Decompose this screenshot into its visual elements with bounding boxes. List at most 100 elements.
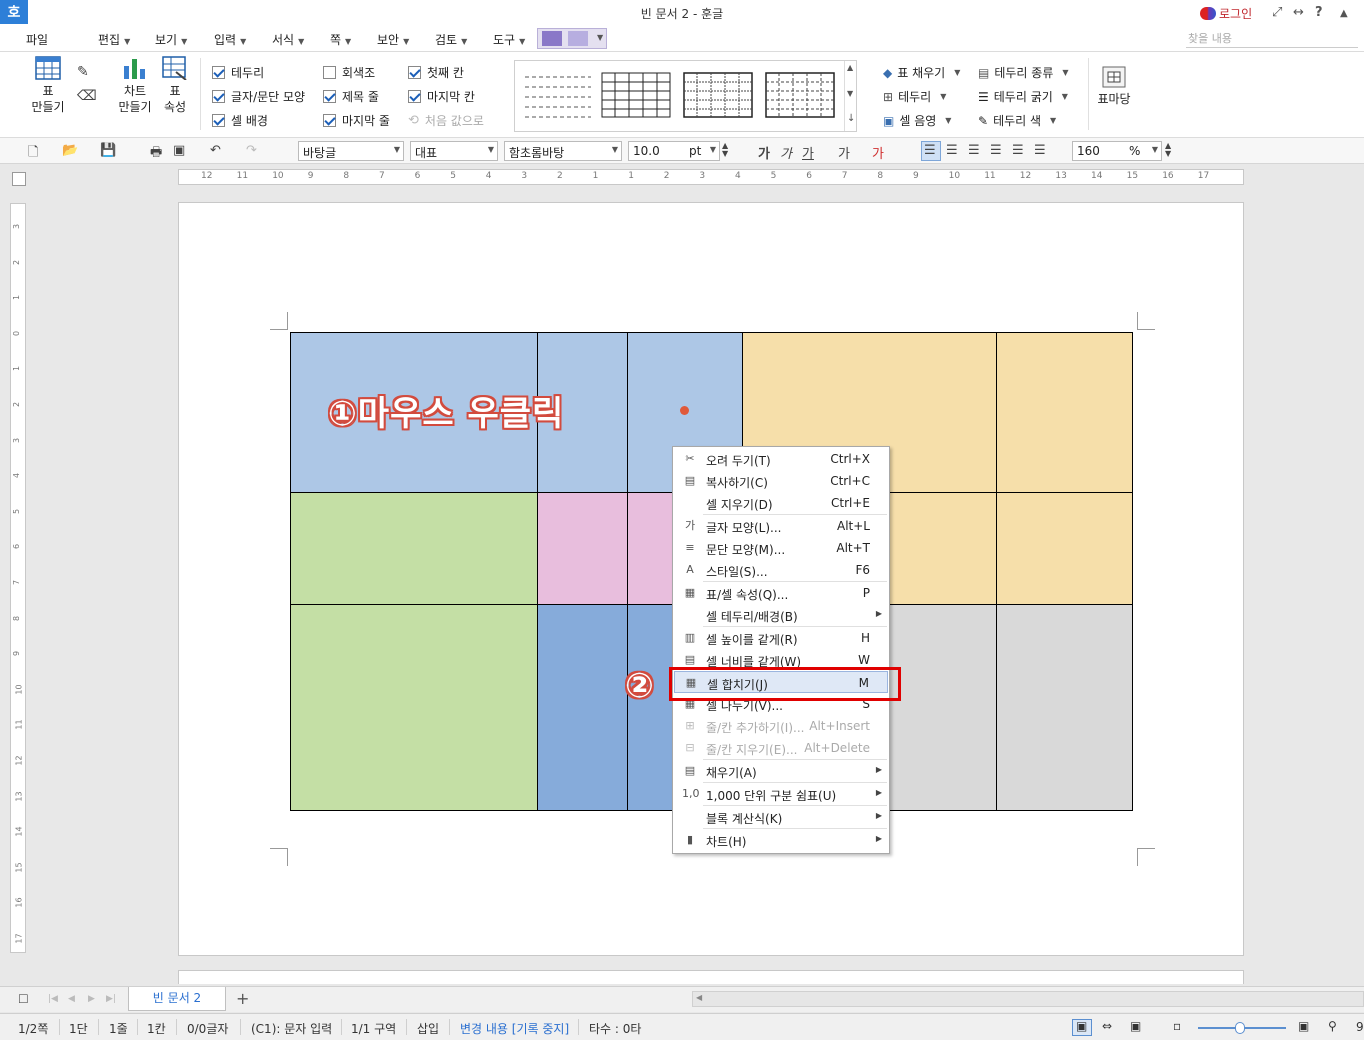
cell-shade-button[interactable]: ▣ 셀 음영 ▼ xyxy=(883,112,951,129)
table-style-double[interactable] xyxy=(683,71,753,119)
table-make-button[interactable]: 표 만들기 xyxy=(24,56,72,115)
new-doc-icon[interactable]: 🗋 xyxy=(28,143,38,165)
fit-view-icon[interactable]: ▣ xyxy=(1130,1019,1141,1033)
check-first-col[interactable]: 첫째 칸 xyxy=(408,64,464,81)
menu-page[interactable]: 쪽 ▼ xyxy=(330,31,351,48)
preview-icon[interactable]: ▣ xyxy=(173,143,185,158)
redo-icon[interactable]: ↷ xyxy=(246,143,257,158)
context-menu-item[interactable]: A 스타일(S)... F6 xyxy=(674,559,888,581)
context-menu-item[interactable]: ▮ 차트(H) ▶ xyxy=(674,829,888,851)
tab-list-icon[interactable]: ☐ xyxy=(18,992,29,1006)
font-size-input[interactable]: 10.0 pt ▼ xyxy=(628,141,720,161)
check-border[interactable]: 테두리 xyxy=(212,64,264,81)
gallery-expand-icon[interactable]: ↓ xyxy=(847,113,855,124)
border-button[interactable]: ⊞ 테두리 ▼ xyxy=(883,88,946,105)
menu-security[interactable]: 보안 ▼ xyxy=(377,31,409,48)
zoom-input[interactable]: 160% ▼ xyxy=(1072,141,1162,161)
add-tab-button[interactable]: + xyxy=(236,989,249,1008)
table-cell[interactable] xyxy=(289,491,538,605)
align-left-icon[interactable]: ☰ xyxy=(946,143,958,158)
table-props-button[interactable]: 표 속성 xyxy=(160,56,190,115)
prev-tab-icon[interactable]: ◀ xyxy=(68,994,75,1004)
table-layout-tab[interactable] xyxy=(568,31,588,46)
vertical-ruler[interactable]: 3 2 1 0 1 2 3 4 5 6 7 8 9 10 11 12 13 14 15 16 17 xyxy=(10,203,26,953)
context-menu-item[interactable]: 셀 테두리/배경(B) ▶ xyxy=(674,604,888,626)
gallery-scrollbar[interactable]: ▲ ▼ ↓ xyxy=(844,61,857,131)
context-menu-item[interactable]: 블록 계산식(K) ▶ xyxy=(674,806,888,828)
menu-insert[interactable]: 입력 ▼ xyxy=(214,31,246,48)
check-char-para[interactable]: 글자/문단 모양 xyxy=(212,88,305,105)
menu-file[interactable]: 파일 xyxy=(26,31,48,48)
fullscreen-icon[interactable]: ⤢ xyxy=(1272,5,1282,20)
char-spacing-icon[interactable]: 가 xyxy=(838,143,850,162)
help-icon[interactable]: ? xyxy=(1315,5,1323,20)
table-design-tab[interactable] xyxy=(542,31,562,46)
search-input[interactable]: 찾을 내용 xyxy=(1186,30,1358,48)
zoom-slider-handle[interactable] xyxy=(1235,1022,1245,1034)
table-cell[interactable] xyxy=(536,603,628,811)
context-menu-item[interactable]: ⊞ 줄/칸 추가하기(I)... Alt+Insert xyxy=(674,715,888,737)
check-grayscale[interactable]: 회색조 xyxy=(323,64,375,81)
minimize-ribbon-icon[interactable]: ▲ xyxy=(1340,8,1348,19)
scroll-down-icon[interactable]: ▼ xyxy=(847,89,853,98)
tab-document[interactable]: 빈 문서 2 xyxy=(128,987,226,1011)
table-style-dashed[interactable] xyxy=(765,71,835,119)
check-title-row[interactable]: 제목 줄 xyxy=(323,88,379,105)
context-menu-item[interactable]: 가 글자 모양(L)... Alt+L xyxy=(674,515,888,537)
menu-review[interactable]: 검토 ▼ xyxy=(435,31,467,48)
zoom-stepper-icon[interactable]: ▲ ▼ xyxy=(1165,142,1171,158)
align-right-icon[interactable]: ☰ xyxy=(990,143,1002,158)
border-color-button[interactable]: ✎ 테두리 색 ▼ xyxy=(978,112,1056,129)
font-select[interactable]: 함초롬바탕 ▼ xyxy=(504,141,622,161)
menu-view[interactable]: 보기 ▼ xyxy=(155,31,187,48)
context-menu-item[interactable]: ▤ 채우기(A) ▶ xyxy=(674,760,888,782)
table-fill-button[interactable]: ◆ 표 채우기 ▼ xyxy=(883,64,960,81)
draw-table-icon[interactable]: ✎ xyxy=(77,64,89,80)
underline-icon[interactable]: 가 xyxy=(802,143,814,162)
context-menu-item[interactable]: 셀 지우기(D) Ctrl+E xyxy=(674,492,888,514)
horizontal-ruler[interactable]: 12 11 10 9 8 7 6 5 4 3 2 1 1 2 3 4 5 6 7 8 9 10 11 12 13 14 15 16 17 xyxy=(178,169,1244,185)
table-cell[interactable] xyxy=(995,491,1133,605)
align-divide-icon[interactable]: ☰ xyxy=(1034,143,1046,158)
undo-icon[interactable]: ↶ xyxy=(210,143,221,158)
resize-icon[interactable]: ↔ xyxy=(1293,5,1304,20)
table-cell[interactable] xyxy=(995,331,1133,493)
status-insert-mode[interactable]: 삽입 xyxy=(417,1020,439,1037)
first-tab-icon[interactable]: |◀ xyxy=(48,994,58,1004)
last-tab-icon[interactable]: ▶| xyxy=(106,994,116,1004)
bold-icon[interactable]: 가 xyxy=(758,143,770,162)
table-style-plain[interactable] xyxy=(523,71,593,119)
context-menu-item[interactable]: ≡ 문단 모양(M)... Alt+T xyxy=(674,537,888,559)
align-center-icon[interactable]: ☰ xyxy=(968,143,980,158)
status-page[interactable]: 1/2쪽 xyxy=(18,1020,48,1037)
status-track-changes[interactable]: 변경 내용 [기록 중지] xyxy=(460,1020,569,1037)
check-last-col[interactable]: 마지막 칸 xyxy=(408,88,475,105)
context-menu-item[interactable]: 1,0 1,000 단위 구분 쉼표(U) ▶ xyxy=(674,783,888,805)
context-menu-item[interactable]: ⊟ 줄/칸 지우기(E)... Alt+Delete xyxy=(674,737,888,759)
table-cell[interactable] xyxy=(289,603,538,811)
scroll-left-icon[interactable]: ◀ xyxy=(696,993,702,1002)
context-menu-item[interactable]: ▥ 셀 높이를 같게(R) H xyxy=(674,627,888,649)
menu-tools[interactable]: 도구 ▼ xyxy=(493,31,525,48)
context-menu-item[interactable]: ▦ 표/셀 속성(Q)... P xyxy=(674,582,888,604)
context-menu-item[interactable]: ▤ 복사하기(C) Ctrl+C xyxy=(674,470,888,492)
border-weight-button[interactable]: ☰ 테두리 굵기 ▼ xyxy=(978,88,1068,105)
horizontal-scrollbar[interactable]: ◀ xyxy=(692,991,1364,1007)
align-distribute-icon[interactable]: ☰ xyxy=(1012,143,1024,158)
italic-icon[interactable]: 가 xyxy=(780,143,792,162)
print-icon[interactable]: 🖶 xyxy=(150,143,162,165)
login-button[interactable]: 로그인 xyxy=(1200,5,1252,22)
zoom-out-icon[interactable]: ▫ xyxy=(1173,1019,1181,1033)
reset-button[interactable]: ⟲ 처음 값으로 xyxy=(408,112,484,129)
font-color-icon[interactable]: 가 xyxy=(872,143,884,162)
chevron-down-icon[interactable]: ▼ xyxy=(597,33,603,42)
size-stepper-icon[interactable]: ▲ ▼ xyxy=(722,142,728,158)
menu-format[interactable]: 서식 ▼ xyxy=(272,31,304,48)
chart-make-button[interactable]: 차트 만들기 xyxy=(114,56,156,115)
table-cell[interactable] xyxy=(995,603,1133,811)
zoom-in-icon[interactable]: ▣ xyxy=(1298,1019,1309,1033)
table-cell[interactable] xyxy=(536,491,628,605)
magnifier-icon[interactable]: ⚲ xyxy=(1328,1019,1337,1033)
table-style-grid[interactable] xyxy=(601,71,671,119)
menu-edit[interactable]: 편집 ▼ xyxy=(98,31,130,48)
